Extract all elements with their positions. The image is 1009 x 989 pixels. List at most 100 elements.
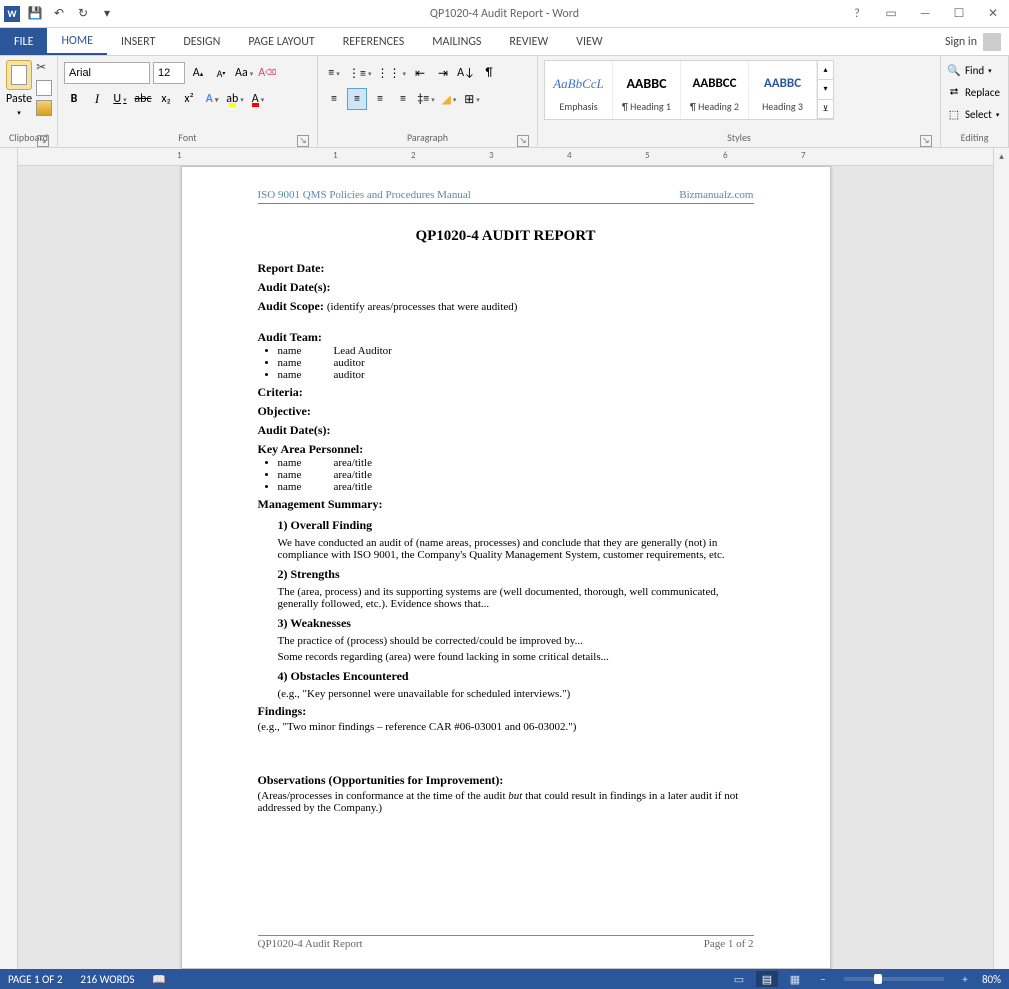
ribbon: Paste ▾ ✂ Clipboard ↘ A▴ A▾ Aa▾ A⌫ (0, 56, 1009, 148)
avatar-icon (983, 33, 1001, 51)
highlight-button[interactable]: ab▾ (225, 88, 245, 110)
borders-button[interactable]: ⊞▾ (462, 88, 482, 110)
clipboard-launcher[interactable]: ↘ (37, 135, 49, 147)
bold-button[interactable]: B (64, 88, 84, 110)
font-name-input[interactable] (64, 62, 150, 84)
styles-group: AaBbCcLEmphasisAABBC¶ Heading 1AABBCC¶ H… (538, 56, 941, 147)
styles-more-button[interactable]: ⊻ (818, 100, 833, 119)
ribbon-options-button[interactable]: ▭ (879, 4, 903, 24)
clipboard-group: Paste ▾ ✂ Clipboard ↘ (0, 56, 58, 147)
align-right-button[interactable]: ≡ (370, 88, 390, 110)
sign-in-link[interactable]: Sign in (945, 28, 1009, 55)
format-painter-button[interactable] (36, 100, 52, 116)
audit-scope-hint: (identify areas/processes that were audi… (327, 301, 518, 313)
text-effects-button[interactable]: A▾ (202, 88, 222, 110)
maximize-button[interactable]: ☐ (947, 4, 971, 24)
vertical-ruler[interactable] (0, 148, 18, 969)
tab-home[interactable]: HOME (47, 28, 107, 55)
summary-s3-body2: Some records regarding (area) were found… (278, 651, 754, 663)
vertical-scrollbar[interactable]: ▴ (993, 148, 1009, 969)
align-center-button[interactable]: ≡ (347, 88, 367, 110)
tab-references[interactable]: REFERENCES (329, 28, 419, 55)
change-case-button[interactable]: Aa▾ (234, 62, 254, 84)
ribbon-tabs: FILE HOME INSERT DESIGN PAGE LAYOUT REFE… (0, 28, 1009, 56)
underline-button[interactable]: U▾ (110, 88, 130, 110)
styles-launcher[interactable]: ↘ (920, 135, 932, 147)
shrink-font-button[interactable]: A▾ (211, 62, 231, 84)
cut-button[interactable]: ✂ (36, 60, 52, 76)
page-header-right: Bizmanualz.com (679, 189, 753, 201)
print-layout-button[interactable]: ▤ (756, 971, 778, 987)
align-left-button[interactable]: ≡ (324, 88, 344, 110)
style-item[interactable]: AABBCHeading 3 (749, 61, 817, 119)
list-item: namearea/title (278, 481, 754, 493)
style-item[interactable]: AaBbCcLEmphasis (545, 61, 613, 119)
font-launcher[interactable]: ↘ (297, 135, 309, 147)
grow-font-button[interactable]: A▴ (188, 62, 208, 84)
zoom-level[interactable]: 80% (982, 973, 1001, 986)
web-layout-button[interactable]: ▦ (784, 971, 806, 987)
style-item[interactable]: AABBC¶ Heading 1 (613, 61, 681, 119)
find-button[interactable]: 🔍 Find▾ (947, 60, 1000, 80)
paste-button[interactable]: Paste ▾ (6, 60, 32, 117)
save-button[interactable]: 💾 (26, 5, 44, 23)
status-proofing-icon[interactable]: 📖 (152, 973, 166, 986)
tab-view[interactable]: VIEW (562, 28, 616, 55)
sort-button[interactable]: A↓ (456, 62, 476, 84)
tab-page-layout[interactable]: PAGE LAYOUT (234, 28, 328, 55)
zoom-out-button[interactable]: − (812, 971, 834, 987)
increase-indent-button[interactable]: ⇥ (433, 62, 453, 84)
qat-customize-button[interactable]: ▾ (98, 5, 116, 23)
redo-button[interactable]: ↻ (74, 5, 92, 23)
editing-group: 🔍 Find▾ ⮂ Replace ⬚ Select▾ Editing (941, 56, 1009, 147)
paragraph-launcher[interactable]: ↘ (517, 135, 529, 147)
italic-button[interactable]: I (87, 88, 107, 110)
tab-review[interactable]: REVIEW (495, 28, 562, 55)
justify-button[interactable]: ≡ (393, 88, 413, 110)
tab-mailings[interactable]: MAILINGS (418, 28, 495, 55)
word-app-icon: W (4, 6, 20, 22)
document-page[interactable]: ISO 9001 QMS Policies and Procedures Man… (181, 166, 831, 969)
horizontal-ruler[interactable]: 11234567 (18, 148, 993, 166)
find-icon: 🔍 (947, 63, 961, 77)
undo-button[interactable]: ↶ (50, 5, 68, 23)
read-mode-button[interactable]: ▭ (728, 971, 750, 987)
style-item[interactable]: AABBCC¶ Heading 2 (681, 61, 749, 119)
tab-insert[interactable]: INSERT (107, 28, 169, 55)
minimize-button[interactable]: — (913, 4, 937, 24)
styles-scroll-down[interactable]: ▾ (818, 80, 833, 99)
styles-gallery: AaBbCcLEmphasisAABBC¶ Heading 1AABBCC¶ H… (544, 60, 834, 120)
tab-design[interactable]: DESIGN (169, 28, 234, 55)
zoom-in-button[interactable]: + (954, 971, 976, 987)
observations-body: (Areas/processes in conformance at the t… (258, 790, 754, 814)
select-button[interactable]: ⬚ Select▾ (947, 104, 1000, 124)
font-color-button[interactable]: A▾ (248, 88, 268, 110)
document-area: 11234567 ISO 9001 QMS Policies and Proce… (0, 148, 1009, 969)
strikethrough-button[interactable]: abc (133, 88, 153, 110)
help-button[interactable]: ? (845, 4, 869, 24)
close-button[interactable]: ✕ (981, 4, 1005, 24)
styles-scroll-up[interactable]: ▴ (818, 61, 833, 80)
status-page[interactable]: PAGE 1 OF 2 (8, 973, 62, 986)
replace-button[interactable]: ⮂ Replace (947, 82, 1000, 102)
summary-s3-label: 3) Weaknesses (278, 616, 754, 631)
tab-file[interactable]: FILE (0, 28, 47, 55)
bullets-button[interactable]: ≡▾ (324, 62, 344, 84)
zoom-slider[interactable] (844, 977, 944, 981)
status-words[interactable]: 216 WORDS (80, 973, 134, 986)
numbering-button[interactable]: ⋮≡▾ (347, 62, 373, 84)
shading-button[interactable]: ◢▾ (439, 88, 459, 110)
font-size-input[interactable] (153, 62, 185, 84)
subscript-button[interactable]: x₂ (156, 88, 176, 110)
line-spacing-button[interactable]: ‡≡▾ (416, 88, 436, 110)
report-date-label: Report Date: (258, 261, 754, 276)
superscript-button[interactable]: x² (179, 88, 199, 110)
summary-s4-body: (e.g., "Key personnel were unavailable f… (278, 688, 754, 700)
page-footer-left: QP1020-4 Audit Report (258, 938, 363, 950)
multilevel-list-button[interactable]: ⋮⋮▾ (376, 62, 408, 84)
show-marks-button[interactable]: ¶ (479, 62, 499, 84)
clear-formatting-button[interactable]: A⌫ (257, 62, 277, 84)
copy-button[interactable] (36, 80, 52, 96)
scroll-up-button[interactable]: ▴ (994, 148, 1009, 164)
decrease-indent-button[interactable]: ⇤ (410, 62, 430, 84)
